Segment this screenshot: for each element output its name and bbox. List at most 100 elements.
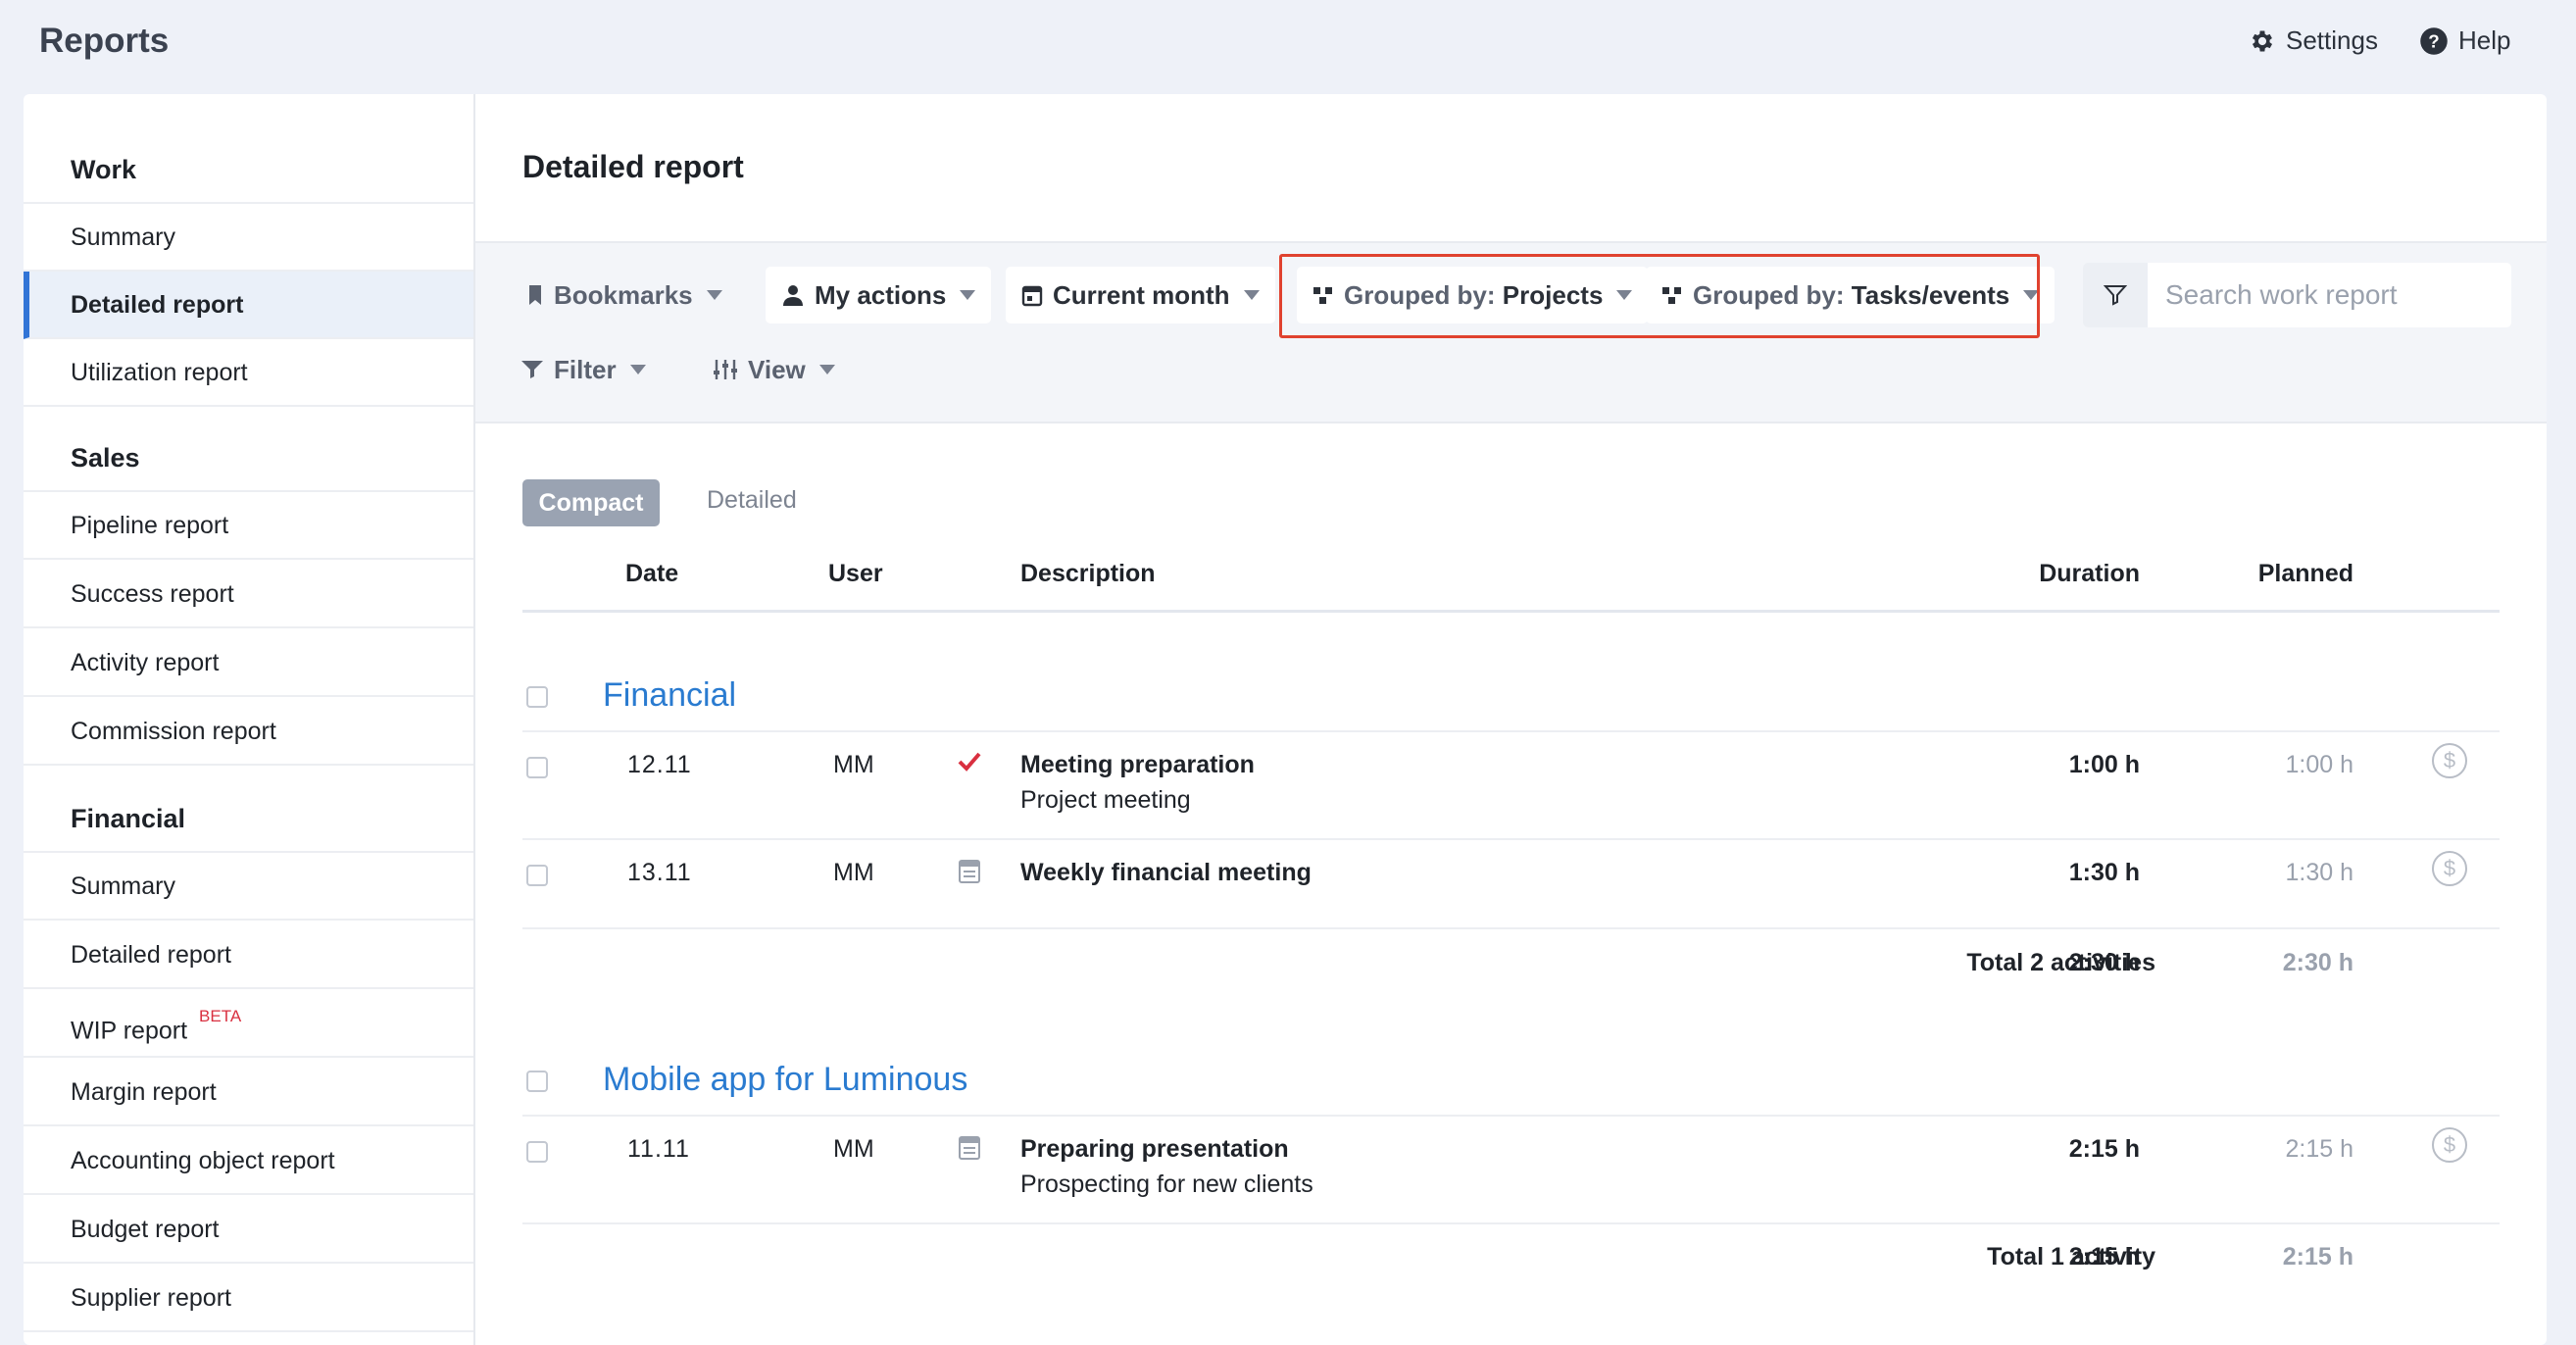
- sidebar-item-activity-report[interactable]: Activity report: [24, 629, 473, 697]
- current-month-label: Current month: [1053, 279, 1230, 310]
- row-divider: [522, 1115, 2500, 1117]
- billable-icon[interactable]: $: [2432, 743, 2467, 778]
- sidebar-item-budget-report[interactable]: Budget report: [24, 1196, 473, 1264]
- row-duration: 2:15 h: [2068, 1135, 2140, 1163]
- column-header-date[interactable]: Date: [625, 560, 678, 588]
- page-title: Detailed report: [522, 149, 744, 184]
- settings-label: Settings: [2286, 25, 2378, 55]
- view-label: View: [748, 354, 806, 384]
- header-divider: [522, 610, 2500, 613]
- total-planned: 2:30 h: [2282, 949, 2353, 976]
- group-checkbox[interactable]: [526, 1071, 548, 1092]
- sidebar-section-work: Work: [71, 155, 137, 184]
- row-title[interactable]: Preparing presentation: [1020, 1135, 1289, 1164]
- row-date: 11.11: [627, 1135, 690, 1163]
- chevron-down-icon: [629, 365, 646, 374]
- grouped-by-projects-prefix: Grouped by:: [1344, 279, 1496, 310]
- chevron-down-icon: [2023, 290, 2040, 300]
- calendar-icon: [1021, 283, 1043, 307]
- bookmarks-label: Bookmarks: [554, 279, 693, 310]
- sidebar-item-financial-detailed-report[interactable]: Detailed report: [24, 922, 473, 989]
- total-duration: 2:30 h: [2068, 949, 2140, 976]
- row-title[interactable]: Meeting preparation: [1020, 751, 1255, 779]
- row-title[interactable]: Weekly financial meeting: [1020, 859, 1312, 887]
- detailed-view-toggle[interactable]: Detailed: [707, 486, 797, 515]
- row-user: MM: [833, 751, 874, 778]
- row-checkbox[interactable]: [526, 1141, 548, 1163]
- sidebar-item-financial-summary[interactable]: Summary: [24, 853, 473, 921]
- billable-icon[interactable]: $: [2432, 1127, 2467, 1163]
- sidebar-item-pipeline-report[interactable]: Pipeline report: [24, 492, 473, 560]
- sidebar-item-utilization-report[interactable]: Utilization report: [24, 339, 473, 407]
- toolbar: Bookmarks My actions Current month Group…: [475, 241, 2547, 423]
- group-icon: [1661, 285, 1683, 305]
- view-dropdown[interactable]: View: [697, 341, 851, 398]
- row-divider: [522, 838, 2500, 840]
- column-header-planned[interactable]: Planned: [2216, 560, 2353, 588]
- my-actions-dropdown[interactable]: My actions: [766, 267, 992, 324]
- sidebar-item-work-detailed-report[interactable]: Detailed report: [24, 272, 473, 339]
- my-actions-label: My actions: [815, 279, 947, 310]
- report-card: Work Summary Detailed report Utilization…: [24, 94, 2547, 1345]
- user-icon: [781, 283, 805, 307]
- chevron-down-icon: [1243, 290, 1260, 300]
- settings-link[interactable]: Settings: [2249, 25, 2378, 56]
- sidebar-item-accounting-object-report[interactable]: Accounting object report: [24, 1127, 473, 1195]
- sidebar-section-sales: Sales: [71, 443, 140, 473]
- help-icon: ?: [2420, 26, 2448, 55]
- group-checkbox[interactable]: [526, 686, 548, 708]
- group-icon: [1313, 285, 1334, 305]
- row-checkbox[interactable]: [526, 757, 548, 778]
- row-planned: 1:30 h: [2285, 859, 2353, 886]
- bookmark-icon: [526, 283, 544, 307]
- column-header-user[interactable]: User: [828, 560, 883, 588]
- check-icon: [958, 751, 981, 777]
- sidebar-item-success-report[interactable]: Success report: [24, 561, 473, 628]
- column-header-duration[interactable]: Duration: [2003, 560, 2140, 588]
- current-month-dropdown[interactable]: Current month: [1006, 267, 1275, 324]
- chevron-down-icon: [1616, 290, 1633, 300]
- row-planned: 1:00 h: [2285, 751, 2353, 778]
- sidebar-item-wip-report[interactable]: WIP report BETA: [24, 990, 473, 1058]
- row-date: 12.11: [627, 751, 692, 778]
- help-link[interactable]: ? Help: [2419, 25, 2510, 56]
- compact-view-toggle[interactable]: Compact: [522, 479, 660, 526]
- search-box: [2083, 263, 2511, 327]
- sidebar-item-margin-report[interactable]: Margin report: [24, 1059, 473, 1126]
- total-duration: 2:15 h: [2068, 1243, 2140, 1270]
- row-subtitle: Project meeting: [1020, 786, 1191, 814]
- sidebar-item-supplier-report[interactable]: Supplier report: [24, 1265, 473, 1332]
- row-user: MM: [833, 859, 874, 886]
- funnel-icon: [2104, 285, 2127, 306]
- grouped-by-tasks-prefix: Grouped by:: [1693, 279, 1845, 310]
- gear-icon: [2252, 30, 2273, 51]
- row-checkbox[interactable]: [526, 865, 548, 886]
- row-divider: [522, 1222, 2500, 1224]
- row-subtitle: Prospecting for new clients: [1020, 1171, 1313, 1198]
- funnel-icon: [520, 359, 544, 380]
- row-planned: 2:15 h: [2285, 1135, 2353, 1163]
- row-duration: 1:00 h: [2068, 751, 2140, 778]
- grouped-by-projects-value: Projects: [1502, 279, 1604, 310]
- sidebar: Work Summary Detailed report Utilization…: [24, 94, 475, 1345]
- wip-report-label: WIP report: [71, 1017, 188, 1045]
- column-header-description[interactable]: Description: [1020, 560, 1156, 588]
- group-title-mobile-app[interactable]: Mobile app for Luminous: [603, 1061, 967, 1099]
- sidebar-item-work-summary[interactable]: Summary: [24, 204, 473, 272]
- bookmarks-dropdown[interactable]: Bookmarks: [511, 267, 738, 324]
- grouped-by-tasks-dropdown[interactable]: Grouped by: Tasks/events: [1646, 267, 2056, 324]
- billable-icon[interactable]: $: [2432, 851, 2467, 886]
- row-user: MM: [833, 1135, 874, 1163]
- beta-badge: BETA: [199, 1007, 242, 1025]
- sliders-icon: [713, 358, 738, 381]
- search-filter-button[interactable]: [2083, 263, 2148, 327]
- group-title-financial[interactable]: Financial: [603, 676, 736, 715]
- search-input[interactable]: [2148, 279, 2501, 311]
- sidebar-item-commission-report[interactable]: Commission report: [24, 698, 473, 766]
- total-planned: 2:15 h: [2282, 1243, 2353, 1270]
- calendar-icon: [958, 857, 981, 889]
- grouped-by-projects-dropdown[interactable]: Grouped by: Projects: [1297, 267, 1649, 324]
- filter-dropdown[interactable]: Filter: [505, 341, 662, 398]
- grouped-by-tasks-value: Tasks/events: [1851, 279, 2010, 310]
- row-divider: [522, 730, 2500, 732]
